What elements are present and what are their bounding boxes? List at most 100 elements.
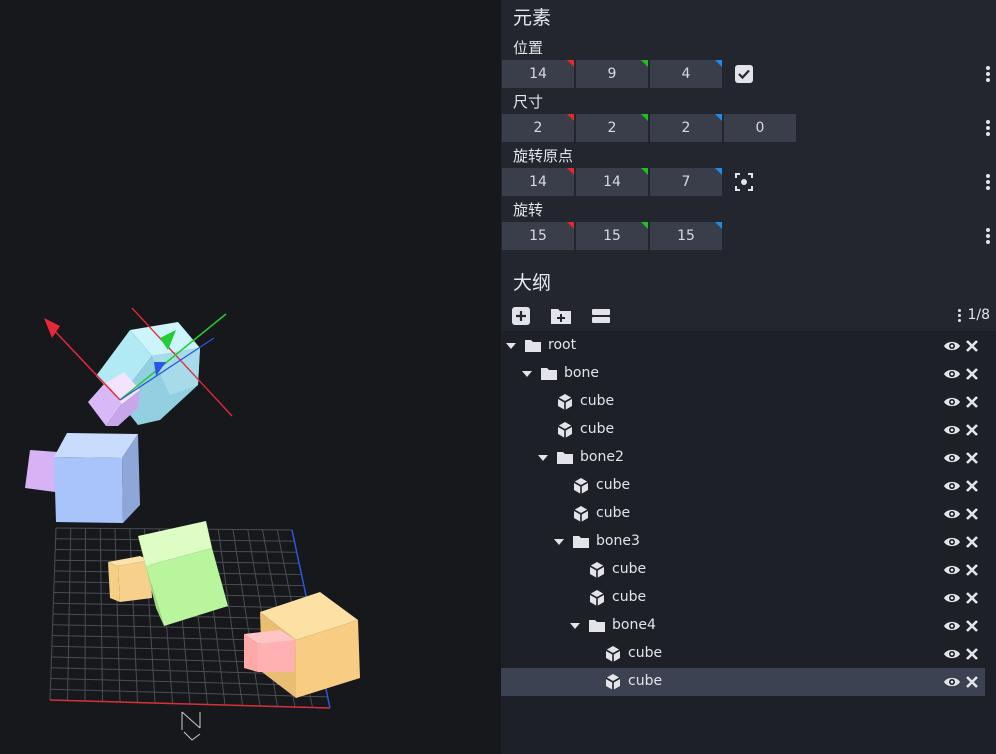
eye-icon[interactable] (943, 339, 961, 353)
outline-node-label: cube (612, 561, 647, 577)
element-section-title: 元素 (513, 7, 552, 29)
position-menu-icon[interactable] (986, 66, 990, 82)
close-icon[interactable] (965, 563, 979, 577)
add-folder-icon[interactable] (550, 306, 571, 326)
close-icon[interactable] (965, 647, 979, 661)
pivot-x-input[interactable]: 14 (502, 168, 574, 196)
eye-icon[interactable] (943, 451, 961, 465)
cube-icon (605, 674, 621, 690)
rotation-z-input[interactable]: 15 (650, 222, 722, 250)
eye-icon[interactable] (943, 563, 961, 577)
size-inflate-input[interactable]: 0 (724, 114, 796, 142)
close-icon[interactable] (965, 535, 979, 549)
cube-icon (589, 562, 605, 578)
close-icon[interactable] (965, 479, 979, 493)
size-x-input[interactable]: 2 (502, 114, 574, 142)
cube-blue[interactable] (54, 433, 140, 523)
properties-panel: 元素 位置 14 9 4 尺寸 2 2 2 0 旋转原点 14 14 7 旋转 (501, 0, 996, 754)
pivot-y-input[interactable]: 14 (576, 168, 648, 196)
checkbox-checked-icon[interactable] (734, 64, 754, 84)
pivot-menu-icon[interactable] (986, 174, 990, 190)
eye-icon[interactable] (943, 619, 961, 633)
outline-cube-row[interactable]: cube (501, 388, 985, 416)
outline-node-label: bone2 (580, 449, 624, 465)
close-icon[interactable] (965, 507, 979, 521)
close-icon[interactable] (965, 451, 979, 465)
rotation-y-input[interactable]: 15 (576, 222, 648, 250)
size-y-input[interactable]: 2 (576, 114, 648, 142)
collapse-icon[interactable] (591, 306, 611, 326)
close-icon[interactable] (965, 619, 979, 633)
outline-group-row[interactable]: bone4 (501, 612, 985, 640)
outline-node-label: cube (596, 505, 631, 521)
close-icon[interactable] (965, 367, 979, 381)
outline-tree: root bone cube cube bone2 cube cube bone3 cube cu… (501, 331, 996, 754)
eye-icon[interactable] (943, 423, 961, 437)
outline-node-label: bone (564, 365, 599, 381)
outline-group-row[interactable]: bone (501, 360, 985, 388)
eye-icon[interactable] (943, 591, 961, 605)
pivot-row: 14 14 7 (501, 168, 996, 196)
outline-cube-row[interactable]: cube (501, 640, 985, 668)
folder-icon (525, 340, 541, 352)
expand-arrow-icon[interactable] (570, 621, 580, 631)
close-icon[interactable] (965, 423, 979, 437)
cube-icon (573, 506, 589, 522)
close-icon[interactable] (965, 591, 979, 605)
close-icon[interactable] (965, 339, 979, 353)
pivot-z-input[interactable]: 7 (650, 168, 722, 196)
outline-node-label: cube (580, 393, 615, 409)
eye-icon[interactable] (943, 507, 961, 521)
rotation-menu-icon[interactable] (986, 228, 990, 244)
add-cube-icon[interactable] (511, 306, 531, 326)
cube-pink[interactable] (244, 630, 296, 672)
expand-arrow-icon[interactable] (554, 537, 564, 547)
cube-green[interactable] (138, 521, 228, 626)
focus-center-icon[interactable] (734, 172, 754, 192)
outline-group-row[interactable]: bone3 (501, 528, 985, 556)
outline-node-label: cube (628, 673, 663, 689)
outline-section-title: 大纲 (513, 272, 552, 294)
rotation-x-input[interactable]: 15 (502, 222, 574, 250)
outline-cube-row[interactable]: cube (501, 416, 985, 444)
outline-menu-icon[interactable] (958, 309, 962, 324)
outline-cube-row[interactable]: cube (501, 472, 985, 500)
outline-node-label: cube (612, 589, 647, 605)
cube-icon (557, 394, 573, 410)
3d-viewport[interactable] (0, 0, 501, 754)
outline-cube-row[interactable]: cube (501, 500, 985, 528)
outline-count: 1/8 (967, 307, 990, 323)
outline-cube-row[interactable]: cube (501, 584, 985, 612)
eye-icon[interactable] (943, 395, 961, 409)
size-z-input[interactable]: 2 (650, 114, 722, 142)
cube-icon (589, 590, 605, 606)
eye-icon[interactable] (943, 479, 961, 493)
position-x-input[interactable]: 14 (502, 60, 574, 88)
size-menu-icon[interactable] (986, 120, 990, 136)
expand-arrow-icon[interactable] (506, 341, 516, 351)
position-y-input[interactable]: 9 (576, 60, 648, 88)
close-icon[interactable] (965, 675, 979, 689)
outline-toolbar: 1/8 (501, 302, 996, 330)
outline-group-row[interactable]: bone2 (501, 444, 985, 472)
expand-arrow-icon[interactable] (522, 369, 532, 379)
cube-purple-left[interactable] (25, 450, 58, 492)
outline-group-row[interactable]: root (501, 332, 985, 360)
eye-icon[interactable] (943, 535, 961, 549)
eye-icon[interactable] (943, 675, 961, 689)
outline-cube-row[interactable]: cube (501, 556, 985, 584)
folder-icon (557, 452, 573, 464)
pivot-label: 旋转原点 (513, 147, 574, 165)
scene-canvas[interactable] (0, 0, 501, 754)
outline-cube-row[interactable]: cube (501, 668, 985, 696)
expand-arrow-icon[interactable] (538, 453, 548, 463)
outline-node-label: bone3 (596, 533, 640, 549)
rotation-row: 15 15 15 (501, 222, 996, 250)
close-icon[interactable] (965, 395, 979, 409)
outline-node-label: cube (596, 477, 631, 493)
eye-icon[interactable] (943, 367, 961, 381)
eye-icon[interactable] (943, 647, 961, 661)
cube-icon (557, 422, 573, 438)
position-z-input[interactable]: 4 (650, 60, 722, 88)
folder-icon (573, 536, 589, 548)
